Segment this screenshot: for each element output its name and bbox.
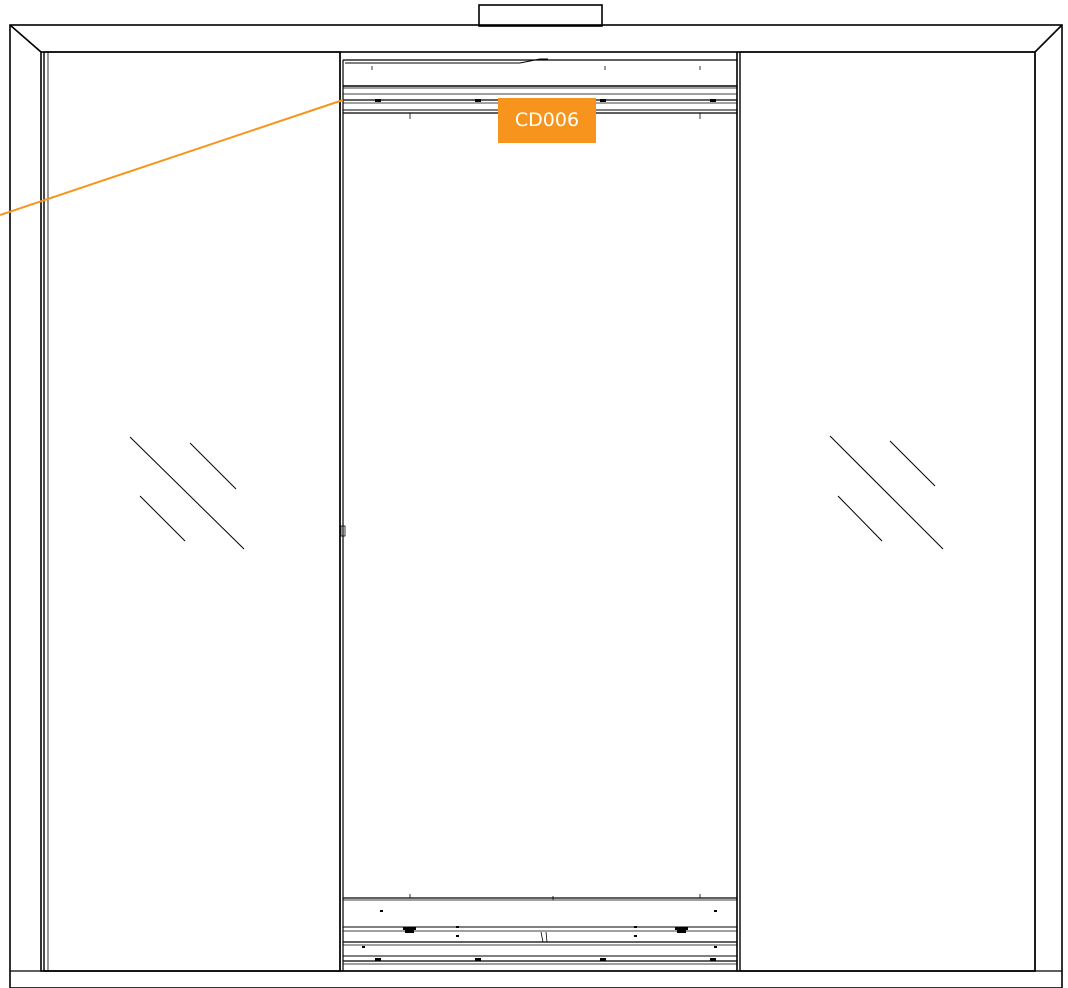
base-fasteners bbox=[362, 910, 717, 961]
outer-frame bbox=[9, 24, 1063, 988]
callout-label-cd006[interactable]: CD006 bbox=[498, 98, 596, 143]
left-glass-door bbox=[43, 51, 341, 972]
callout-leader-line bbox=[0, 99, 344, 216]
cabinet-drawing bbox=[0, 4, 1063, 988]
right-glass-door bbox=[739, 51, 1036, 972]
top-bracket bbox=[478, 4, 603, 27]
center-interior bbox=[339, 52, 738, 971]
right-glass-reflection bbox=[829, 435, 944, 550]
left-glass-reflection bbox=[129, 436, 245, 550]
